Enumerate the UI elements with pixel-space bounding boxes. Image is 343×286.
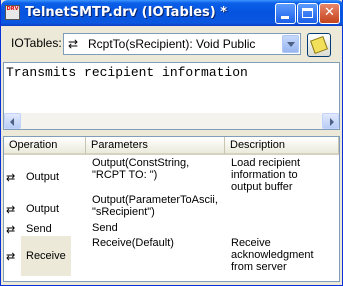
- io-operation-icon: ⇄: [6, 224, 16, 236]
- close-button[interactable]: ✕: [319, 3, 340, 24]
- operations-table[interactable]: Operation Parameters Description ⇄ Outpu…: [3, 136, 340, 282]
- iotables-window: DRV TelnetSMTP.drv (IOTables) * ✕ IOTabl…: [0, 0, 343, 286]
- description-line: Receive: [231, 237, 271, 249]
- notes-button[interactable]: [307, 33, 331, 57]
- notes-icon: [310, 36, 328, 54]
- parameters-line: "RCPT TO: "): [92, 169, 158, 181]
- table-row[interactable]: ⇄ Receive Receive(Default) Receive ackno…: [4, 236, 339, 276]
- column-header-parameters[interactable]: Parameters: [86, 137, 225, 155]
- parameters-line: Output(ParameterToAscii,: [92, 194, 218, 206]
- iotables-label: IOTables:: [11, 36, 62, 50]
- operation-cell: Send: [26, 223, 52, 235]
- description-line: Load recipient: [231, 157, 301, 169]
- close-icon: ✕: [324, 5, 335, 20]
- operation-cell: Output: [26, 171, 60, 183]
- maximize-icon: [302, 8, 313, 18]
- io-operation-icon: ⇄: [6, 204, 16, 216]
- parameters-line: Receive(Default): [92, 237, 174, 249]
- description-cell: Receive acknowledgment from server: [231, 237, 314, 273]
- scroll-left-button[interactable]: [4, 113, 21, 129]
- combo-dropdown-button[interactable]: [282, 35, 299, 53]
- title-bar[interactable]: DRV TelnetSMTP.drv (IOTables) * ✕: [1, 0, 343, 26]
- description-line: from server: [231, 261, 287, 273]
- table-row[interactable]: ⇄ Send Send: [4, 221, 339, 237]
- parameters-line: Output(ConstString,: [92, 157, 190, 169]
- driver-icon-text: DRV: [6, 6, 19, 12]
- description-textarea[interactable]: Transmits recipient information: [3, 62, 340, 130]
- chevron-down-icon: [287, 42, 295, 47]
- io-operation-icon: ⇄: [6, 172, 16, 184]
- minimize-button[interactable]: [275, 3, 296, 24]
- description-text: Transmits recipient information: [6, 65, 248, 80]
- arrow-left-icon: [10, 118, 14, 126]
- operation-cell-selected: Receive: [26, 250, 66, 262]
- arrow-right-icon: [330, 118, 334, 126]
- parameters-cell: Send: [92, 222, 118, 234]
- window-title: TelnetSMTP.drv (IOTables) *: [25, 5, 228, 20]
- description-line: output buffer: [231, 181, 293, 193]
- parameters-line: "sRecipient"): [92, 206, 155, 218]
- driver-file-icon[interactable]: DRV: [5, 5, 20, 20]
- description-line: acknowledgment: [231, 249, 314, 261]
- iotables-combo[interactable]: ⇄ RcptTo(sRecipient): Void Public: [63, 33, 301, 55]
- column-header-description[interactable]: Description: [225, 137, 339, 155]
- operation-cell: Output: [26, 203, 60, 215]
- io-operation-icon: ⇄: [6, 251, 16, 263]
- description-cell: Load recipient information to output buf…: [231, 157, 300, 193]
- parameters-cell: Receive(Default): [92, 237, 174, 249]
- iotables-combo-value: RcptTo(sRecipient): Void Public: [88, 37, 256, 51]
- description-line: information to: [231, 169, 298, 181]
- scroll-right-button[interactable]: [322, 113, 339, 129]
- io-table-icon: ⇄: [68, 37, 79, 51]
- parameters-cell: Output(ConstString, "RCPT TO: "): [92, 157, 189, 181]
- column-header-operation[interactable]: Operation: [4, 137, 86, 155]
- maximize-button[interactable]: [297, 3, 318, 24]
- minimize-icon: [281, 16, 289, 19]
- parameters-line: Send: [92, 222, 118, 234]
- parameters-cell: Output(ParameterToAscii, "sRecipient"): [92, 194, 218, 218]
- horizontal-scrollbar[interactable]: [4, 113, 339, 129]
